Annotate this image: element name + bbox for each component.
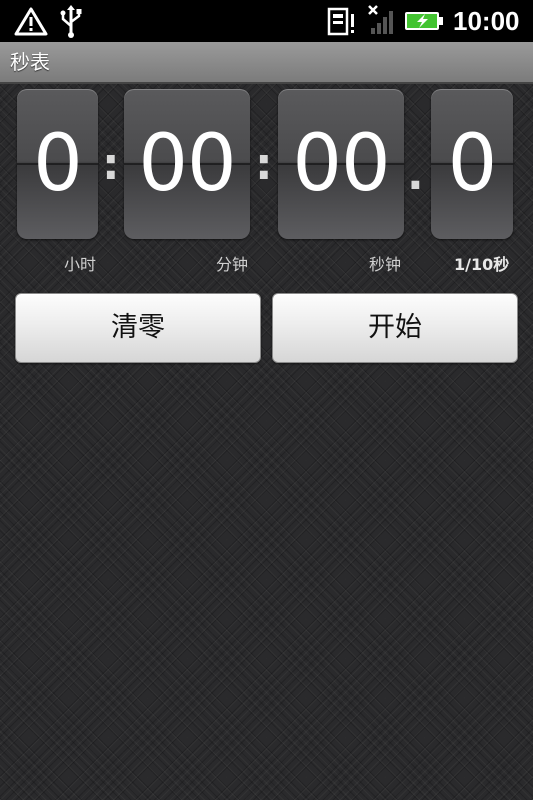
- seconds-value: 00: [292, 119, 390, 209]
- reset-button[interactable]: 清零: [15, 293, 261, 363]
- status-time: 10:00: [453, 6, 520, 36]
- tenths-card: 0: [431, 89, 513, 239]
- hours-value: 0: [33, 119, 83, 209]
- title-bar: 秒表: [0, 42, 533, 84]
- tenths-label: 1/10秒: [454, 255, 510, 274]
- colon-separator: :: [102, 139, 120, 190]
- seconds-card: 00: [278, 89, 404, 239]
- battery-charging-icon: [405, 12, 443, 30]
- seconds-label: 秒钟: [369, 255, 402, 274]
- warning-icon: [14, 7, 48, 36]
- sd-card-alert-icon: [327, 7, 354, 36]
- tenths-value: 0: [447, 119, 498, 209]
- status-bar: 10:00: [0, 0, 533, 42]
- signal-no-service-icon: [368, 5, 393, 34]
- colon-separator: :: [255, 139, 273, 190]
- start-button[interactable]: 开始: [272, 293, 518, 363]
- minutes-card: 00: [124, 89, 250, 239]
- usb-icon: [60, 5, 82, 38]
- minutes-label: 分钟: [216, 255, 249, 274]
- page-title: 秒表: [10, 50, 50, 74]
- dot-separator: .: [407, 149, 424, 200]
- hours-card: 0: [17, 89, 98, 239]
- hours-label: 小时: [64, 255, 97, 274]
- minutes-value: 00: [138, 119, 236, 209]
